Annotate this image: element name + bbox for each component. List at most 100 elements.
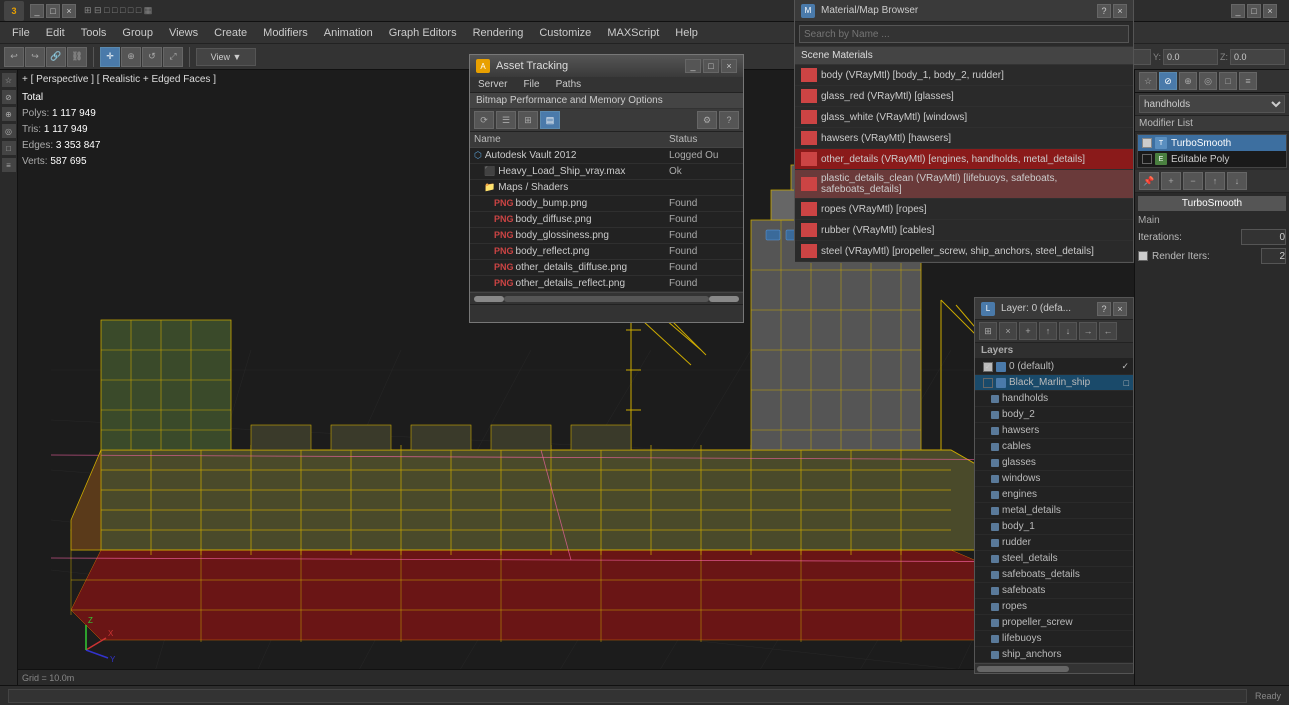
move-up-btn[interactable]: ↑ [1205, 172, 1225, 190]
toolbar-select[interactable]: ✛ [100, 47, 120, 67]
at-tool-grid[interactable]: ⊞ [518, 111, 538, 129]
at-row-vault[interactable]: ⬡ Autodesk Vault 2012 Logged Ou [470, 148, 743, 164]
layer-item-default[interactable]: ✓ 0 (default) ✓ [975, 359, 1133, 375]
layer-item-safeboats-details[interactable]: safeboats_details [975, 567, 1133, 583]
motion-tab-btn[interactable]: ◎ [1199, 72, 1217, 90]
at-minimize[interactable]: _ [685, 59, 701, 73]
at-maximize[interactable]: □ [703, 59, 719, 73]
menu-create[interactable]: Create [206, 25, 255, 41]
menu-maxscript[interactable]: MAXScript [599, 25, 667, 41]
at-close[interactable]: × [721, 59, 737, 73]
menu-modifiers[interactable]: Modifiers [255, 25, 316, 41]
at-tool-extra2[interactable]: ? [719, 111, 739, 129]
layer-item-steel-details[interactable]: steel_details [975, 551, 1133, 567]
mat-item-hawsers[interactable]: hawsers (VRayMtl) [hawsers] [795, 128, 1133, 149]
win-close[interactable]: × [62, 4, 76, 18]
layers-tool-4[interactable]: ↑ [1039, 322, 1057, 340]
render-iters-input[interactable] [1261, 248, 1286, 264]
mat-item-steel[interactable]: steel (VRayMtl) [propeller_screw, ship_a… [795, 241, 1133, 262]
matbrowser-help[interactable]: ? [1097, 4, 1111, 18]
at-row-reflect[interactable]: PNG body_reflect.png Found [470, 244, 743, 260]
layer-item-ship-anchors[interactable]: ship_anchors [975, 647, 1133, 663]
at-row-otherdetails-diffuse[interactable]: PNG other_details_diffuse.png Found [470, 260, 743, 276]
at-row-bump[interactable]: PNG body_bump.png Found [470, 196, 743, 212]
at-hscrollbar[interactable] [470, 292, 743, 304]
layer-item-glasses[interactable]: glasses [975, 455, 1133, 471]
layer-item-ropes[interactable]: ropes [975, 599, 1133, 615]
pin-modifier-btn[interactable]: 📌 [1139, 172, 1159, 190]
object-dropdown[interactable]: handholds [1139, 95, 1285, 113]
layer-item-cables[interactable]: cables [975, 439, 1133, 455]
at-tool-extra1[interactable]: ⚙ [697, 111, 717, 129]
mat-item-rubber[interactable]: rubber (VRayMtl) [cables] [795, 220, 1133, 241]
layer-item-hawsers[interactable]: hawsers [975, 423, 1133, 439]
toolbar-scale[interactable]: ⤢ [163, 47, 183, 67]
turbsmooth-vis-checkbox[interactable] [1142, 138, 1152, 148]
layers-tool-7[interactable]: ← [1099, 322, 1117, 340]
toolbar-undo[interactable]: ↩ [4, 47, 24, 67]
reference-dropdown[interactable]: View ▼ [196, 48, 256, 66]
at-menu-file[interactable]: File [515, 77, 547, 92]
at-menu-paths[interactable]: Paths [548, 77, 590, 92]
toolbar-rotate[interactable]: ↺ [142, 47, 162, 67]
layer-item-windows[interactable]: windows [975, 471, 1133, 487]
main-win-restore[interactable]: □ [1247, 4, 1261, 18]
layers-close-btn[interactable]: × [1113, 302, 1127, 316]
at-tool-list[interactable]: ☰ [496, 111, 516, 129]
menu-graph-editors[interactable]: Graph Editors [381, 25, 465, 41]
modifier-editable-poly[interactable]: E Editable Poly [1138, 151, 1286, 167]
layer-item-blackmarlin[interactable]: Black_Marlin_ship □ [975, 375, 1133, 391]
utils-tab[interactable]: ≡ [2, 158, 16, 172]
utils-tab-btn[interactable]: ≡ [1239, 72, 1257, 90]
menu-help[interactable]: Help [667, 25, 706, 41]
modify-tab[interactable]: ⊘ [2, 90, 16, 104]
menu-animation[interactable]: Animation [316, 25, 381, 41]
mat-item-ropes[interactable]: ropes (VRayMtl) [ropes] [795, 199, 1133, 220]
layers-tool-3[interactable]: + [1019, 322, 1037, 340]
modify-tab-btn[interactable]: ⊘ [1159, 72, 1177, 90]
transform-z[interactable]: 0.0 [1230, 49, 1285, 65]
menu-customize[interactable]: Customize [531, 25, 599, 41]
layer-item-rudder[interactable]: rudder [975, 535, 1133, 551]
layer-item-body1[interactable]: body_1 [975, 519, 1133, 535]
mat-item-body[interactable]: body (VRayMtl) [body_1, body_2, rudder] [795, 65, 1133, 86]
layer-item-safeboats[interactable]: safeboats [975, 583, 1133, 599]
display-tab-btn[interactable]: □ [1219, 72, 1237, 90]
layer-item-engines[interactable]: engines [975, 487, 1133, 503]
motion-tab[interactable]: ◎ [2, 124, 16, 138]
create-tab[interactable]: ☆ [2, 73, 16, 87]
at-row-maps[interactable]: 📁 Maps / Shaders [470, 180, 743, 196]
at-row-otherdetails-reflect[interactable]: PNG other_details_reflect.png Found [470, 276, 743, 292]
at-tool-refresh[interactable]: ⟳ [474, 111, 494, 129]
layer-item-propeller[interactable]: propeller_screw [975, 615, 1133, 631]
at-menu-server[interactable]: Server [470, 77, 515, 92]
layer-item-metal-details[interactable]: metal_details [975, 503, 1133, 519]
layers-horizontal-scrollbar[interactable] [975, 663, 1133, 673]
layers-help-btn[interactable]: ? [1097, 302, 1111, 316]
menu-rendering[interactable]: Rendering [465, 25, 532, 41]
layers-tool-1[interactable]: ⊞ [979, 322, 997, 340]
toolbar-unlink[interactable]: ⛓ [67, 47, 87, 67]
menu-file[interactable]: File [4, 25, 38, 41]
mat-item-glass-red[interactable]: glass_red (VRayMtl) [glasses] [795, 86, 1133, 107]
delete-modifier-btn[interactable]: − [1183, 172, 1203, 190]
main-win-minimize[interactable]: _ [1231, 4, 1245, 18]
layers-tool-5[interactable]: ↓ [1059, 322, 1077, 340]
menu-group[interactable]: Group [114, 25, 161, 41]
at-row-glossiness[interactable]: PNG body_glossiness.png Found [470, 228, 743, 244]
toolbar-redo[interactable]: ↪ [25, 47, 45, 67]
menu-edit[interactable]: Edit [38, 25, 73, 41]
layers-tool-2[interactable]: × [999, 322, 1017, 340]
render-iters-checkbox[interactable] [1138, 251, 1148, 261]
mat-item-glass-white[interactable]: glass_white (VRayMtl) [windows] [795, 107, 1133, 128]
hierarchy-tab[interactable]: ⊕ [2, 107, 16, 121]
modifier-turbsmooth[interactable]: T TurboSmooth [1138, 135, 1286, 151]
main-win-close[interactable]: × [1263, 4, 1277, 18]
iterations-input[interactable] [1241, 229, 1286, 245]
at-row-diffuse[interactable]: PNG body_diffuse.png Found [470, 212, 743, 228]
mat-item-plastic[interactable]: plastic_details_clean (VRayMtl) [lifebuo… [795, 170, 1133, 199]
add-modifier-btn[interactable]: + [1161, 172, 1181, 190]
matbrowser-close[interactable]: × [1113, 4, 1127, 18]
display-tab[interactable]: □ [2, 141, 16, 155]
editpoly-vis-checkbox[interactable] [1142, 154, 1152, 164]
